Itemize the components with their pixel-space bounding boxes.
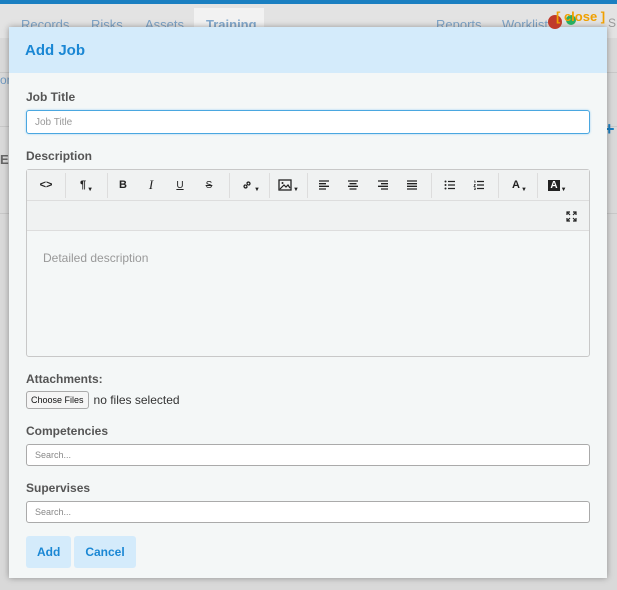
- supervises-search-input[interactable]: [26, 501, 590, 523]
- description-editor: <> ¶ ▼ B I U S ▼ ▼ A ▼ A ▼ Detailed desc…: [26, 169, 590, 357]
- code-icon: <>: [39, 179, 53, 191]
- justify-button[interactable]: [401, 170, 423, 200]
- supervises-label: Supervises: [26, 481, 91, 495]
- align-right-icon: [378, 180, 388, 190]
- editor-toolbar-row2: [27, 201, 589, 231]
- choose-files-button[interactable]: Choose Files: [26, 391, 89, 409]
- bullet-list-button[interactable]: [439, 170, 461, 200]
- image-icon: [278, 179, 292, 191]
- underline-button[interactable]: U: [170, 170, 190, 200]
- align-center-button[interactable]: [342, 170, 364, 200]
- bold-button[interactable]: B: [113, 170, 133, 200]
- file-input: Choose Files no files selected: [26, 391, 590, 409]
- paragraph-icon: ¶: [79, 179, 87, 191]
- chevron-down-icon: ▼: [560, 187, 567, 193]
- add-job-form: Job Title Description <> ¶▼ B I U S ▼: [9, 73, 607, 568]
- strikethrough-icon: S: [205, 179, 213, 191]
- modal-title: Add Job: [25, 42, 85, 59]
- editor-toolbar: <> ¶ ▼ B I U S ▼ ▼ A ▼ A ▼: [27, 170, 589, 201]
- fullscreen-button[interactable]: [561, 201, 581, 231]
- toolbar-divider: [537, 173, 538, 198]
- font-color-icon: A: [512, 179, 520, 191]
- chevron-down-icon: ▼: [521, 187, 527, 193]
- chevron-down-icon: ▼: [293, 187, 299, 193]
- highlight-icon: A: [548, 179, 560, 191]
- chevron-down-icon: ▼: [254, 187, 260, 193]
- file-status: no files selected: [93, 393, 180, 407]
- strikethrough-button[interactable]: S: [199, 170, 219, 200]
- paragraph-style-button[interactable]: ¶ ▼: [73, 170, 99, 200]
- italic-icon: I: [148, 177, 154, 192]
- job-title-input[interactable]: [26, 110, 590, 134]
- add-button[interactable]: Add: [26, 536, 72, 568]
- italic-button[interactable]: I: [141, 170, 161, 200]
- link-icon: [243, 181, 251, 189]
- cancel-button[interactable]: Cancel: [74, 536, 136, 568]
- close-link[interactable]: [ close ]: [556, 9, 605, 24]
- toolbar-divider: [498, 173, 499, 198]
- code-view-button[interactable]: <>: [35, 170, 57, 200]
- competencies-search-input[interactable]: [26, 444, 590, 466]
- attachments-label: Attachments:: [26, 372, 103, 386]
- toolbar-divider: [431, 173, 432, 198]
- fullscreen-icon: [565, 210, 577, 222]
- bg-search-fragment: S: [608, 16, 617, 30]
- image-button[interactable]: ▼: [275, 170, 301, 200]
- font-color-button[interactable]: A ▼: [506, 170, 532, 200]
- bullet-list-icon: [444, 180, 455, 190]
- job-title-label: Job Title: [26, 90, 76, 104]
- toolbar-divider: [229, 173, 230, 198]
- justify-icon: [407, 180, 417, 190]
- highlight-button[interactable]: A ▼: [544, 170, 570, 200]
- toolbar-divider: [269, 173, 270, 198]
- add-job-modal: Add Job Job Title Description <> ¶▼ B I …: [9, 27, 607, 578]
- align-center-icon: [348, 180, 358, 190]
- form-actions: Add Cancel: [26, 536, 590, 568]
- chevron-down-icon: ▼: [87, 187, 94, 193]
- align-left-icon: [319, 180, 329, 190]
- toolbar-divider: [65, 173, 66, 198]
- modal-header: Add Job: [9, 27, 607, 73]
- competencies-label: Competencies: [26, 424, 109, 438]
- toolbar-divider: [307, 173, 308, 198]
- numbered-list-button[interactable]: [468, 170, 490, 200]
- align-right-button[interactable]: [372, 170, 394, 200]
- description-textarea[interactable]: Detailed description: [27, 231, 589, 285]
- bg-text-fragment: E: [0, 152, 9, 167]
- link-button[interactable]: ▼: [237, 170, 263, 200]
- align-left-button[interactable]: [313, 170, 335, 200]
- underline-icon: U: [176, 179, 184, 191]
- description-label: Description: [26, 149, 93, 163]
- numbered-list-icon: [473, 180, 484, 190]
- bold-icon: B: [119, 179, 127, 191]
- toolbar-divider: [107, 173, 108, 198]
